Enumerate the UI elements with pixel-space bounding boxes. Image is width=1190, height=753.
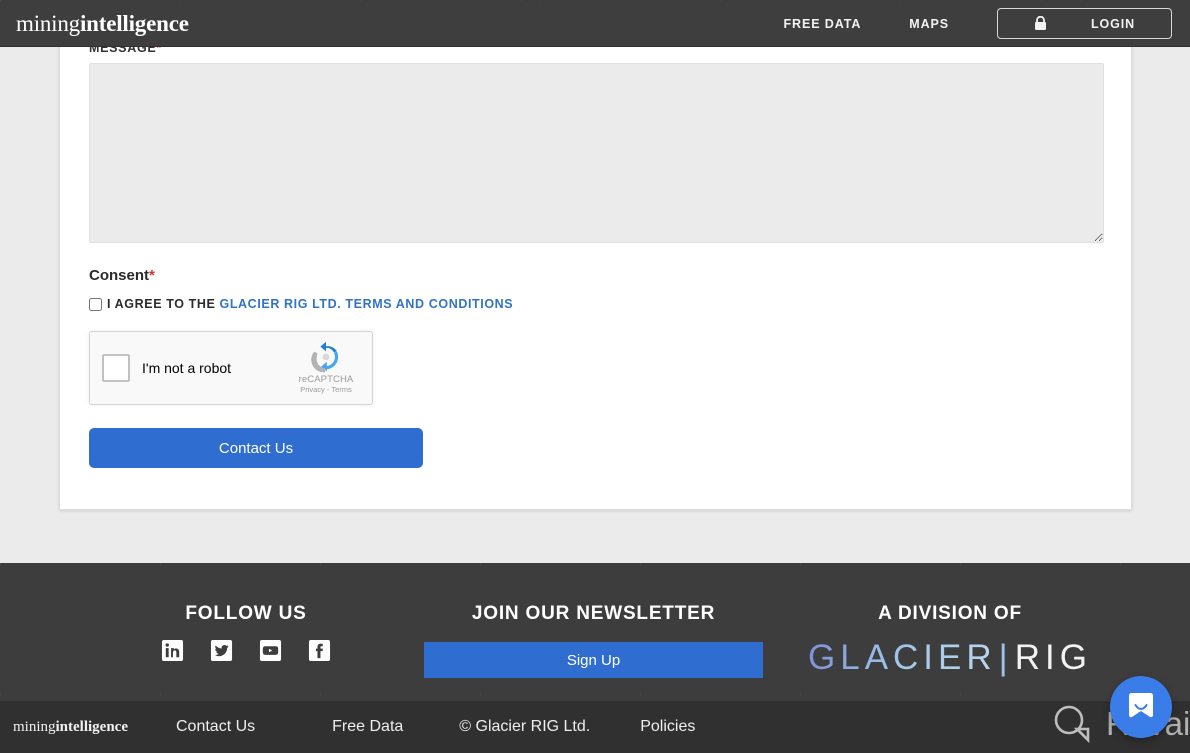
footer-bottom-bar: miningintelligence Contact Us Free Data …	[0, 701, 1190, 753]
bottom-logo-light-text: mining	[13, 718, 56, 735]
social-links	[130, 639, 362, 662]
recaptcha-label: I'm not a robot	[142, 360, 232, 376]
main-nav: FREE DATA MAPS LOGIN	[784, 0, 1172, 47]
logo-light-text: mining	[16, 11, 80, 36]
consent-label: I AGREE TO THE GLACIER RIG LTD. TERMS AN…	[107, 297, 513, 311]
glacier-logo-left: GLACIER	[808, 638, 997, 677]
logo-bold-text: intelligence	[79, 11, 189, 36]
message-textarea[interactable]	[89, 63, 1104, 243]
terms-and-conditions-link[interactable]: GLACIER RIG LTD. TERMS AND CONDITIONS	[220, 297, 514, 311]
recaptcha-brand-name: reCAPTCHA	[298, 374, 354, 385]
bottom-link-policies[interactable]: Policies	[640, 718, 695, 736]
consent-checkbox[interactable]	[89, 297, 102, 311]
nav-item-free-data[interactable]: FREE DATA	[784, 17, 862, 31]
consent-row: I AGREE TO THE GLACIER RIG LTD. TERMS AN…	[89, 297, 513, 311]
consent-heading-text: Consent	[89, 267, 149, 284]
bottom-logo-bold-text: intelligence	[55, 718, 128, 735]
recaptcha-privacy-link[interactable]: Privacy	[300, 385, 325, 394]
consent-required-marker: *	[149, 267, 155, 284]
glacier-logo-bar: |	[998, 638, 1013, 677]
recaptcha-legal-links: Privacy - Terms	[289, 385, 363, 394]
lock-icon	[1034, 16, 1047, 31]
site-header: miningintelligence FREE DATA MAPS LOGIN	[0, 0, 1190, 47]
login-button[interactable]: LOGIN	[997, 8, 1172, 39]
newsletter-heading: JOIN OUR NEWSLETTER	[471, 603, 716, 624]
recaptcha-terms-link[interactable]: Terms	[331, 385, 351, 394]
login-button-label: LOGIN	[1090, 16, 1136, 31]
recaptcha-branding: reCAPTCHA Privacy - Terms	[289, 341, 363, 394]
contact-us-submit-button[interactable]: Contact Us	[89, 428, 423, 468]
bottom-link-contact-us[interactable]: Contact Us	[176, 718, 255, 736]
chat-bubble-icon	[1129, 693, 1153, 718]
glacier-logo-right: RIG	[1014, 638, 1092, 677]
division-heading: A DIVISION OF	[878, 603, 1022, 624]
newsletter-signup-button[interactable]: Sign Up	[424, 642, 763, 678]
facebook-icon[interactable]	[308, 639, 331, 662]
recaptcha-logo-icon	[311, 341, 339, 373]
linkedin-icon[interactable]	[161, 639, 184, 662]
chat-launcher-button[interactable]	[1110, 676, 1172, 738]
footer-newsletter-column: JOIN OUR NEWSLETTER Sign Up	[424, 603, 763, 678]
site-logo[interactable]: miningintelligence	[16, 11, 189, 37]
consent-prefix-text: I AGREE TO THE	[107, 297, 220, 311]
bottom-bar-logo[interactable]: miningintelligence	[13, 719, 128, 736]
follow-us-heading: FOLLOW US	[185, 603, 307, 624]
nav-item-maps[interactable]: MAPS	[909, 17, 949, 31]
twitter-icon[interactable]	[210, 639, 233, 662]
footer-division-column: A DIVISION OF GLACIER|RIG	[800, 603, 1100, 678]
consent-heading: Consent*	[89, 267, 155, 284]
copyright-text: © Glacier RIG Ltd.	[459, 718, 591, 735]
recaptcha-checkbox[interactable]	[102, 354, 130, 382]
contact-form-card: MESSAGE* Consent* I AGREE TO THE GLACIER…	[59, 0, 1132, 510]
glacier-rig-logo: GLACIER|RIG	[800, 638, 1100, 678]
footer-follow-column: FOLLOW US	[130, 603, 362, 662]
bottom-link-free-data[interactable]: Free Data	[332, 718, 403, 736]
recaptcha-widget[interactable]: I'm not a robot reCAPTCHA Privacy - Term…	[89, 331, 373, 405]
youtube-icon[interactable]	[259, 639, 282, 662]
